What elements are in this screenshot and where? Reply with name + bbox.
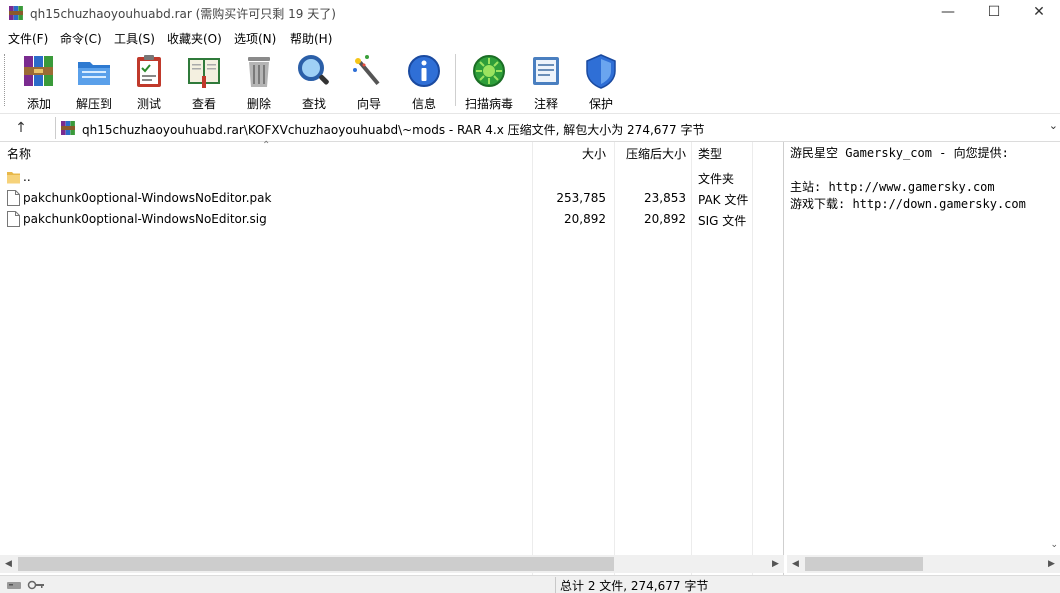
column-header-name[interactable]: 名称: [7, 142, 31, 166]
file-name: pakchunk0optional-WindowsNoEditor.sig: [23, 212, 267, 226]
comment-line: 游民星空 Gamersky_com - 向您提供:: [790, 146, 1009, 160]
menu-bar: 文件(F) 命令(C) 工具(S) 收藏夹(O) 选项(N) 帮助(H): [0, 26, 1060, 48]
virus-scan-icon: [473, 55, 505, 87]
wizard-label: 向导: [356, 97, 381, 111]
scroll-thumb[interactable]: [18, 557, 614, 571]
menu-tools[interactable]: 工具(S): [114, 30, 155, 47]
test-label: 测试: [136, 97, 161, 111]
wizard-button[interactable]: 向导: [341, 52, 397, 111]
scroll-right-icon[interactable]: ▶: [767, 555, 784, 573]
file-size: 253,785: [556, 191, 606, 205]
address-bar: ↑ qh15chuzhaoyouhuabd.rar\KOFXVchuzhaoyo…: [0, 114, 1060, 142]
extract-to-button[interactable]: 解压到: [66, 52, 122, 111]
status-summary: 总计 2 文件, 274,677 字节: [560, 579, 709, 593]
table-row[interactable]: pakchunk0optional-WindowsNoEditor.pak 25…: [0, 188, 784, 209]
toolbar-grip[interactable]: [4, 54, 7, 106]
find-button[interactable]: 查找: [286, 52, 342, 111]
test-button[interactable]: 测试: [121, 52, 177, 111]
status-bar: 总计 2 文件, 274,677 字节: [0, 575, 1060, 593]
file-list: ⌃ 名称 大小 压缩后大小 类型 .. 文件夹 pakchunk0optiona…: [0, 140, 784, 575]
file-type: SIG 文件: [698, 214, 747, 228]
file-packed-size: 20,892: [644, 212, 686, 226]
file-packed-size: 23,853: [644, 191, 686, 205]
info-icon: [408, 55, 440, 87]
add-button[interactable]: 添加: [11, 52, 67, 111]
comment-line: 游戏下载: http://down.gamersky.com: [790, 197, 1026, 211]
path-dropdown-icon[interactable]: ⌄: [1049, 119, 1058, 132]
column-header-type[interactable]: 类型: [698, 142, 722, 166]
column-header-packed[interactable]: 压缩后大小: [620, 142, 686, 166]
path-field[interactable]: qh15chuzhaoyouhuabd.rar\KOFXVchuzhaoyouh…: [55, 117, 1060, 139]
toolbar-separator: [455, 54, 456, 106]
add-label: 添加: [26, 97, 51, 111]
scan-virus-button[interactable]: 扫描病毒: [461, 52, 517, 111]
extract-to-label: 解压到: [75, 97, 112, 111]
path-text: qh15chuzhaoyouhuabd.rar\KOFXVchuzhaoyouh…: [82, 123, 705, 137]
trash-icon: [248, 57, 270, 87]
title-bar: qh15chuzhaoyouhuabd.rar (需购买许可只剩 19 天了) …: [0, 0, 1060, 26]
menu-file[interactable]: 文件(F): [8, 30, 48, 47]
maximize-button[interactable]: ☐: [971, 0, 1017, 26]
menu-favorites[interactable]: 收藏夹(O): [167, 30, 222, 47]
comment-line: 主站: http://www.gamersky.com: [790, 180, 995, 194]
menu-commands[interactable]: 命令(C): [60, 30, 102, 47]
find-label: 查找: [301, 97, 326, 111]
protect-button[interactable]: 保护: [573, 52, 629, 111]
view-button[interactable]: 查看: [176, 52, 232, 111]
table-row[interactable]: .. 文件夹: [0, 167, 784, 188]
file-type: 文件夹: [698, 172, 735, 186]
scroll-left-icon[interactable]: ◀: [787, 555, 804, 573]
view-book-icon: [188, 58, 220, 88]
test-clipboard-icon: [137, 55, 161, 87]
file-type: PAK 文件: [698, 193, 749, 207]
file-size: 20,892: [564, 212, 606, 226]
comment-label: 注释: [533, 97, 558, 111]
scroll-left-icon[interactable]: ◀: [0, 555, 17, 573]
status-divider: [555, 577, 556, 593]
file-name: ..: [23, 170, 31, 184]
file-name: pakchunk0optional-WindowsNoEditor.pak: [23, 191, 272, 205]
folder-icon: [7, 172, 20, 184]
scroll-right-icon[interactable]: ▶: [1043, 555, 1060, 573]
view-label: 查看: [191, 97, 216, 111]
archive-icon: [61, 121, 75, 135]
shield-icon: [586, 54, 616, 89]
info-button[interactable]: 信息: [396, 52, 452, 111]
comment-button[interactable]: 注释: [518, 52, 574, 111]
comment-scroll-down-icon[interactable]: ⌄: [1050, 540, 1058, 550]
scroll-thumb[interactable]: [805, 557, 923, 571]
sort-asc-icon: ⌃: [262, 140, 271, 151]
up-folder-button[interactable]: ↑: [12, 119, 30, 137]
file-list-hscrollbar[interactable]: ◀ ▶: [0, 555, 784, 573]
magnifier-icon: [298, 55, 329, 85]
file-icon: [7, 190, 20, 206]
winrar-app-icon: [9, 6, 23, 20]
toolbar: 添加 解压到 测试 查看 删除 查找 向导 信息 扫描病毒 注释 保护: [0, 48, 1060, 114]
scan-virus-label: 扫描病毒: [464, 97, 513, 111]
wizard-wand-icon: [353, 55, 380, 86]
window-title: qh15chuzhaoyouhuabd.rar (需购买许可只剩 19 天了): [30, 7, 336, 21]
info-label: 信息: [411, 97, 436, 111]
extract-folder-icon: [78, 62, 110, 85]
comment-hscrollbar[interactable]: ◀ ▶: [787, 555, 1060, 573]
minimize-button[interactable]: —: [925, 0, 971, 26]
table-row[interactable]: pakchunk0optional-WindowsNoEditor.sig 20…: [0, 209, 784, 230]
menu-help[interactable]: 帮助(H): [290, 30, 332, 47]
file-icon: [7, 211, 20, 227]
menu-options[interactable]: 选项(N): [234, 30, 276, 47]
protect-label: 保护: [588, 97, 613, 111]
comment-icon: [533, 57, 559, 85]
delete-button[interactable]: 删除: [231, 52, 287, 111]
add-archive-icon: [24, 56, 53, 86]
close-button[interactable]: ✕: [1016, 0, 1060, 26]
archive-comment-pane[interactable]: 游民星空 Gamersky_com - 向您提供: 主站: http://www…: [786, 142, 1060, 575]
delete-label: 删除: [246, 97, 271, 111]
drive-key-icons[interactable]: [6, 579, 46, 591]
column-header-size[interactable]: 大小: [540, 142, 606, 166]
